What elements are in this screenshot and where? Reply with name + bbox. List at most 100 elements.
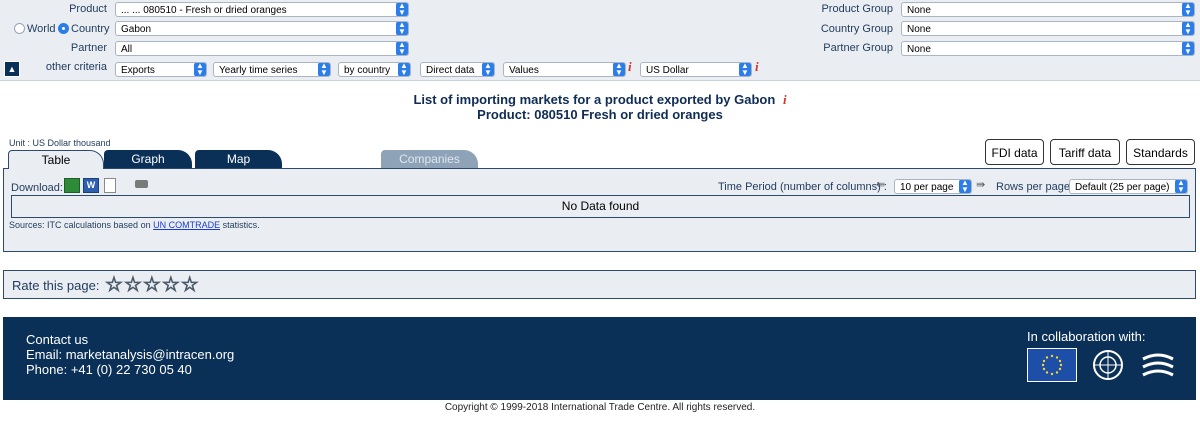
- tab-map[interactable]: Map: [195, 150, 282, 168]
- rating-bar: Rate this page: ☆☆☆☆☆: [3, 270, 1196, 299]
- partner-group-value: None: [907, 44, 931, 55]
- printer-icon[interactable]: [135, 180, 148, 188]
- chevron-updown-icon: ▲ ▼: [396, 22, 408, 35]
- contact-phone: Phone: +41 (0) 22 730 05 40: [26, 362, 192, 377]
- text-file-icon[interactable]: [104, 178, 116, 193]
- star-icon[interactable]: ☆: [161, 274, 180, 297]
- partner-select-value: All: [121, 44, 133, 55]
- product-group-value: None: [907, 5, 931, 16]
- radio-world-label: World: [27, 23, 56, 35]
- chevron-updown-icon: ▲ ▼: [398, 63, 410, 76]
- unit-label: Unit : US Dollar thousand: [9, 138, 111, 148]
- standards-button[interactable]: Standards: [1126, 139, 1195, 165]
- star-icon[interactable]: ☆: [105, 274, 124, 297]
- footer: Contact us Email: marketanalysis@intrace…: [3, 317, 1196, 400]
- direct-data-select[interactable]: Direct data ▲ ▼: [420, 62, 495, 77]
- no-data-message: No Data found: [11, 195, 1190, 218]
- chevron-updown-icon: ▲ ▼: [396, 3, 408, 16]
- trade-type-select[interactable]: Exports ▲ ▼: [115, 62, 207, 77]
- radio-world[interactable]: [14, 23, 25, 34]
- arrows-right-icon[interactable]: ⇛: [976, 178, 985, 191]
- eu-flag-icon: [1027, 348, 1077, 382]
- chevron-updown-icon: ▲ ▼: [396, 42, 408, 55]
- partner-label: Partner: [70, 42, 107, 54]
- product-label: Product: [69, 3, 107, 15]
- chevron-updown-icon: ▲ ▼: [613, 63, 625, 76]
- info-icon[interactable]: i: [755, 59, 759, 75]
- by-country-value: by country: [344, 65, 391, 76]
- currency-value: US Dollar: [646, 65, 689, 76]
- other-criteria-label: other criteria: [45, 61, 107, 73]
- country-select-value: Gabon: [121, 24, 152, 35]
- tab-table[interactable]: Table: [8, 150, 104, 169]
- rating-label: Rate this page:: [12, 278, 100, 293]
- time-series-select[interactable]: Yearly time series ▲ ▼: [213, 62, 331, 77]
- star-icon[interactable]: ☆: [123, 274, 142, 297]
- chevron-updown-icon: ▲ ▼: [739, 63, 751, 76]
- tab-companies[interactable]: Companies: [381, 150, 478, 168]
- un-comtrade-link[interactable]: UN COMTRADE: [153, 220, 220, 230]
- direct-data-value: Direct data: [426, 65, 475, 76]
- per-page-select[interactable]: 10 per page ▲ ▼: [894, 179, 972, 194]
- country-group-select[interactable]: None ▲ ▼: [901, 21, 1195, 36]
- per-page-value: 10 per page: [900, 182, 954, 193]
- tab-graph[interactable]: Graph: [104, 150, 192, 168]
- chevron-updown-icon: ▲ ▼: [1182, 3, 1194, 16]
- chevron-updown-icon: ▲ ▼: [959, 180, 971, 193]
- values-select[interactable]: Values ▲ ▼: [503, 62, 626, 77]
- chevron-updown-icon: ▲ ▼: [1182, 42, 1194, 55]
- partner-select[interactable]: All ▲ ▼: [115, 41, 409, 56]
- word-icon[interactable]: W: [83, 178, 99, 193]
- sources-prefix: Sources: ITC calculations based on: [9, 220, 154, 230]
- page-title-line1: List of importing markets for a product …: [413, 92, 776, 107]
- product-group-select[interactable]: None ▲ ▼: [901, 2, 1195, 17]
- sources-line: Sources: ITC calculations based on UN CO…: [9, 220, 260, 230]
- chevron-updown-icon: ▲ ▼: [318, 63, 330, 76]
- copyright: Copyright © 1999-2018 International Trad…: [444, 402, 756, 413]
- chevron-updown-icon: ▲ ▼: [1182, 22, 1194, 35]
- trade-type-value: Exports: [121, 65, 155, 76]
- chevron-updown-icon: ▲ ▼: [1175, 180, 1187, 193]
- product-select-value: ... ... 080510 - Fresh or dried oranges: [121, 5, 287, 16]
- un-emblem-icon: [1088, 347, 1128, 386]
- by-country-select[interactable]: by country ▲ ▼: [338, 62, 411, 77]
- star-icon[interactable]: ☆: [180, 274, 199, 297]
- wto-logo-icon: [1139, 349, 1177, 386]
- info-icon[interactable]: i: [783, 92, 787, 107]
- fdi-data-button[interactable]: FDI data: [985, 139, 1044, 165]
- excel-icon[interactable]: [64, 178, 80, 193]
- rows-per-page-select[interactable]: Default (25 per page) ▲ ▼: [1069, 179, 1188, 194]
- country-group-label: Country Group: [820, 23, 893, 35]
- chevron-updown-icon: ▲ ▼: [482, 63, 494, 76]
- partner-group-select[interactable]: None ▲ ▼: [901, 41, 1195, 56]
- contact-email[interactable]: Email: marketanalysis@intracen.org: [26, 347, 234, 362]
- collaboration-label: In collaboration with:: [1027, 329, 1146, 344]
- chevron-updown-icon: ▲ ▼: [194, 63, 206, 76]
- product-select[interactable]: ... ... 080510 - Fresh or dried oranges …: [115, 2, 409, 17]
- currency-select[interactable]: US Dollar ▲ ▼: [640, 62, 752, 77]
- rating-stars[interactable]: ☆☆☆☆☆: [105, 272, 200, 297]
- rows-per-page-value: Default (25 per page): [1075, 182, 1170, 193]
- radio-country-label: Country: [71, 23, 110, 35]
- page-subtitle: Product: 080510 Fresh or dried oranges: [477, 107, 723, 122]
- time-period-label: Time Period (number of columns) :: [718, 181, 887, 193]
- tariff-data-button[interactable]: Tariff data: [1050, 139, 1120, 165]
- star-icon[interactable]: ☆: [142, 274, 161, 297]
- partner-group-label: Partner Group: [823, 42, 893, 54]
- info-icon[interactable]: i: [628, 59, 632, 75]
- rows-per-page-label: Rows per page: [996, 181, 1070, 193]
- page-title: List of importing markets for a product …: [0, 92, 1200, 108]
- country-select[interactable]: Gabon ▲ ▼: [115, 21, 409, 36]
- sources-suffix: statistics.: [220, 220, 260, 230]
- values-value: Values: [509, 65, 539, 76]
- arrows-left-icon[interactable]: ⇚: [876, 178, 885, 191]
- table-panel: Download: W Time Period (number of colum…: [3, 168, 1196, 252]
- time-series-value: Yearly time series: [219, 65, 298, 76]
- download-label: Download:: [11, 182, 63, 194]
- contact-title: Contact us: [26, 332, 89, 347]
- collapse-icon[interactable]: ▲: [4, 61, 20, 77]
- product-group-label: Product Group: [821, 3, 893, 15]
- radio-country[interactable]: [58, 23, 69, 34]
- country-group-value: None: [907, 24, 931, 35]
- criteria-panel: Product ... ... 080510 - Fresh or dried …: [0, 0, 1200, 81]
